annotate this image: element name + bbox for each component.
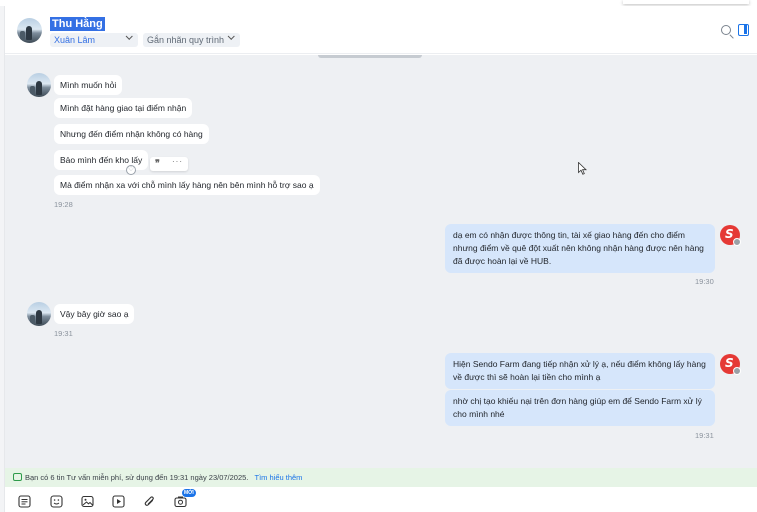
search-icon[interactable] [721,25,731,35]
sendo-avatar: S [720,225,741,246]
message-time: 19:28 [54,200,73,209]
notice-text: Bạn có 6 tin Tư vấn miễn phí, sử dụng đế… [25,473,249,482]
message-time: 19:31 [695,431,714,440]
new-badge: MỚI [182,489,196,497]
contact-name[interactable]: Thu Hằng [50,17,105,31]
chevron-down-icon [125,32,133,40]
message-actions: ❞ ··· [150,157,188,171]
incoming-message[interactable]: Mình muốn hỏi [54,75,123,95]
status-badge [733,238,741,246]
incoming-message[interactable]: Vậy bây giờ sao ạ [54,304,135,324]
message-time: 19:31 [54,329,73,338]
image-icon[interactable] [81,495,94,508]
outgoing-message[interactable]: dạ em có nhận được thông tin, tài xế gia… [445,224,715,273]
scroll-indicator[interactable] [318,55,422,58]
outgoing-message[interactable]: Hiện Sendo Farm đang tiếp nhận xử lý ạ, … [445,353,715,389]
sendo-logo-icon: S [725,227,734,241]
composer-toolbar: MỚI [5,487,757,512]
conversation-area: Mình muốn hỏi Mình đặt hàng giao tại điể… [5,55,757,468]
sendo-logo-icon: S [725,356,734,370]
process-label-select[interactable]: Gắn nhãn quy trình [143,32,240,47]
free-consult-notice: Bạn có 6 tin Tư vấn miễn phí, sử dụng đế… [5,468,757,487]
heart-icon[interactable]: ♡ [126,165,136,175]
status-badge [733,367,741,375]
quote-icon[interactable]: ❞ [155,158,160,169]
contact-avatar[interactable] [27,73,51,97]
message-time: 19:30 [695,277,714,286]
sendo-avatar: S [720,354,741,375]
chat-window: Thu Hằng Xuân Lâm Gắn nhãn quy trình Mìn… [0,0,757,512]
chevron-down-icon [227,32,235,40]
side-panel-icon[interactable] [738,24,749,36]
more-icon[interactable]: ··· [172,157,183,166]
video-icon[interactable] [112,495,125,508]
chat-header: Thu Hằng Xuân Lâm Gắn nhãn quy trình [5,6,757,54]
incoming-message[interactable]: Mà điểm nhận xa với chỗ mình lấy hàng nê… [54,175,320,195]
learn-more-link[interactable]: Tìm hiểu thêm [255,473,303,482]
incoming-message[interactable]: Mình đặt hàng giao tại điểm nhận [54,98,193,118]
process-label-placeholder: Gắn nhãn quy trình [147,35,225,45]
assignee-label: Xuân Lâm [54,35,96,45]
assignee-select[interactable]: Xuân Lâm [50,32,138,47]
sticker-icon[interactable] [50,495,63,508]
template-icon[interactable] [18,495,31,508]
outgoing-message[interactable]: nhờ chị tạo khiếu nại trên đơn hàng giúp… [445,390,715,426]
attachment-icon[interactable] [143,495,156,508]
contact-avatar[interactable] [27,302,51,326]
contact-avatar[interactable] [17,18,42,43]
chat-bubble-icon [13,473,22,481]
dropdown-edge [623,0,749,4]
incoming-message[interactable]: Nhưng đến điểm nhận không có hàng [54,124,209,144]
